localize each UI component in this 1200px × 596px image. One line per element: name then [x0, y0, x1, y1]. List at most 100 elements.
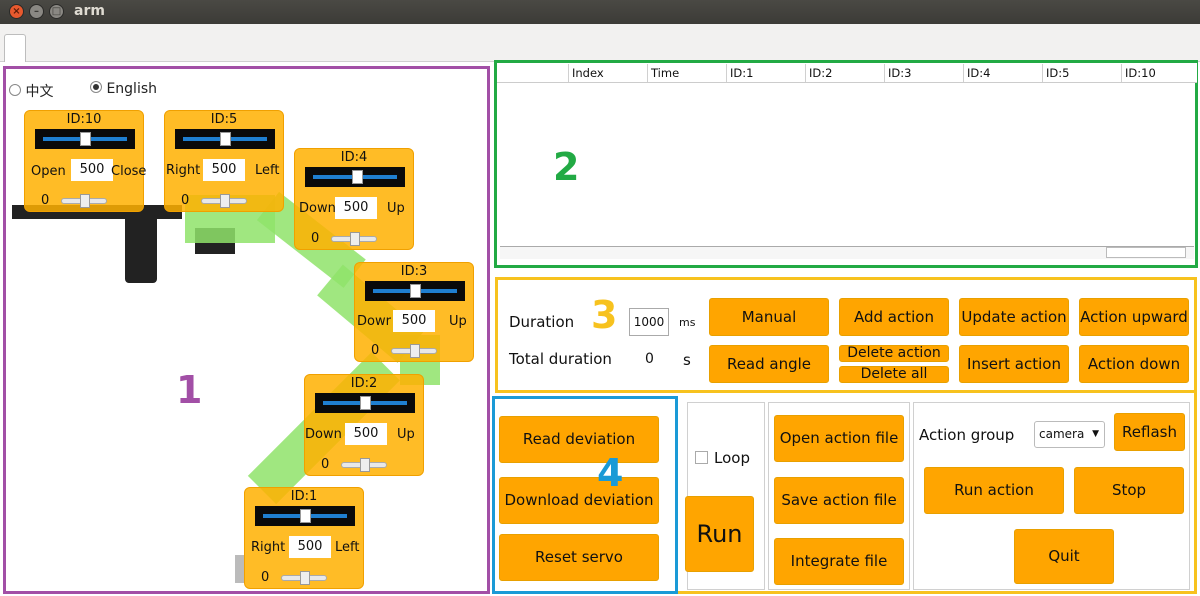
servo-min-label: 0	[41, 193, 50, 208]
servo-left-label: Down	[299, 201, 336, 216]
servo-right-label: Up	[449, 314, 467, 329]
download-deviation-button[interactable]: Download deviation	[499, 477, 659, 524]
read-angle-button[interactable]: Read angle	[709, 345, 829, 383]
servo-id-label: ID:2	[350, 376, 378, 391]
servo-id-label: ID:1	[290, 489, 318, 504]
servo-left-label: Dowr	[357, 314, 391, 329]
servo-panel-id1: ID:1 Right 500 Left 0	[244, 487, 364, 589]
manual-button[interactable]: Manual	[709, 298, 829, 336]
servo-slider[interactable]	[35, 129, 135, 149]
language-english-label: English	[106, 81, 158, 97]
action-upward-button[interactable]: Action upward	[1079, 298, 1189, 336]
duration-label: Duration	[509, 313, 575, 331]
insert-action-button[interactable]: Insert action	[959, 345, 1069, 383]
servo-min-label: 0	[311, 231, 320, 246]
integrate-file-button[interactable]: Integrate file	[774, 538, 904, 585]
reset-servo-button[interactable]: Reset servo	[499, 534, 659, 581]
region-1-label: 1	[176, 368, 203, 412]
reflash-button[interactable]: Reflash	[1114, 413, 1185, 451]
servo-id-label: ID:4	[340, 150, 368, 165]
servo-right-label: Left	[255, 163, 280, 178]
column-header[interactable]: ID:1	[730, 66, 753, 80]
servo-left-label: Right	[251, 540, 286, 555]
region-2-label: 2	[553, 145, 580, 189]
chevron-down-icon: ▼	[1092, 429, 1099, 439]
close-window-button[interactable]: ×	[9, 4, 24, 19]
column-header[interactable]: ID:5	[1046, 66, 1069, 80]
action-group-selected: camera	[1039, 427, 1085, 441]
delete-action-button[interactable]: Delete action	[839, 345, 949, 362]
duration-input[interactable]: 1000	[629, 308, 669, 336]
minimize-window-button[interactable]: –	[29, 4, 44, 19]
column-header[interactable]: Time	[651, 66, 679, 80]
servo-right-label: Left	[335, 540, 360, 555]
action-down-button[interactable]: Action down	[1079, 345, 1189, 383]
duration-unit: ms	[679, 316, 696, 329]
servo-value-input[interactable]: 500	[335, 197, 377, 219]
run-button[interactable]: Run	[685, 496, 754, 572]
column-header[interactable]: ID:10	[1125, 66, 1156, 80]
add-action-button[interactable]: Add action	[839, 298, 949, 336]
column-header[interactable]: Index	[572, 66, 604, 80]
servo-min-label: 0	[371, 343, 380, 358]
servo-fine-slider[interactable]	[341, 458, 387, 472]
radio-selected-icon[interactable]	[90, 81, 102, 93]
servo-min-label: 0	[261, 570, 270, 585]
action-group-label: Action group	[919, 426, 1015, 444]
servo-id-label: ID:10	[66, 112, 102, 127]
servo-slider[interactable]	[315, 393, 415, 413]
servo-id-label: ID:5	[210, 112, 238, 127]
region-2-action-table	[494, 60, 1198, 268]
servo-fine-slider[interactable]	[61, 194, 107, 208]
servo-fine-slider[interactable]	[201, 194, 247, 208]
save-action-file-button[interactable]: Save action file	[774, 477, 904, 524]
tab[interactable]	[4, 34, 26, 62]
quit-button[interactable]: Quit	[1014, 529, 1114, 584]
region-3-label: 3	[591, 293, 618, 337]
servo-value-input[interactable]: 500	[203, 159, 245, 181]
servo-panel-id5: ID:5 Right 500 Left 0	[164, 110, 284, 212]
servo-fine-slider[interactable]	[331, 232, 377, 246]
stop-button[interactable]: Stop	[1074, 467, 1184, 514]
title-bar	[0, 0, 1200, 24]
loop-checkbox[interactable]	[695, 451, 708, 464]
horizontal-scrollbar[interactable]	[500, 246, 1194, 259]
run-action-button[interactable]: Run action	[924, 467, 1064, 514]
read-deviation-button[interactable]: Read deviation	[499, 416, 659, 463]
column-header[interactable]: ID:4	[967, 66, 990, 80]
servo-left-label: Open	[31, 164, 66, 179]
servo-value-input[interactable]: 500	[71, 159, 113, 181]
servo-fine-slider[interactable]	[281, 571, 327, 585]
column-header[interactable]: ID:2	[809, 66, 832, 80]
language-chinese-option[interactable]: 中文	[9, 81, 53, 101]
total-duration-value: 0	[645, 351, 654, 367]
servo-right-label: Close	[111, 164, 147, 179]
servo-slider[interactable]	[305, 167, 405, 187]
language-english-option[interactable]: English	[90, 81, 157, 97]
column-header[interactable]: ID:3	[888, 66, 911, 80]
robot-arm-image	[0, 0, 440, 583]
servo-panel-id3: ID:3 Dowr 500 Up 0	[354, 262, 474, 362]
servo-panel-id2: ID:2 Down 500 Up 0	[304, 374, 424, 476]
servo-panel-id4: ID:4 Down 500 Up 0	[294, 148, 414, 250]
servo-left-label: Right	[166, 163, 201, 178]
maximize-window-button[interactable]: □	[49, 4, 64, 19]
open-action-file-button[interactable]: Open action file	[774, 415, 904, 462]
servo-value-input[interactable]: 500	[345, 423, 387, 445]
update-action-button[interactable]: Update action	[959, 298, 1069, 336]
servo-fine-slider[interactable]	[391, 344, 437, 358]
servo-slider[interactable]	[175, 129, 275, 149]
servo-value-input[interactable]: 500	[289, 536, 331, 558]
delete-all-button[interactable]: Delete all	[839, 366, 949, 383]
language-chinese-label: 中文	[25, 84, 54, 100]
total-duration-label: Total duration	[509, 350, 612, 368]
servo-value-input[interactable]: 500	[393, 310, 435, 332]
servo-slider[interactable]	[255, 506, 355, 526]
servo-right-label: Up	[397, 427, 415, 442]
tab-strip	[0, 24, 1200, 62]
radio-icon[interactable]	[9, 84, 21, 96]
loop-label: Loop	[714, 449, 750, 467]
servo-slider[interactable]	[365, 281, 465, 301]
window-title: arm	[74, 3, 105, 19]
action-group-select[interactable]: camera ▼	[1034, 421, 1105, 448]
